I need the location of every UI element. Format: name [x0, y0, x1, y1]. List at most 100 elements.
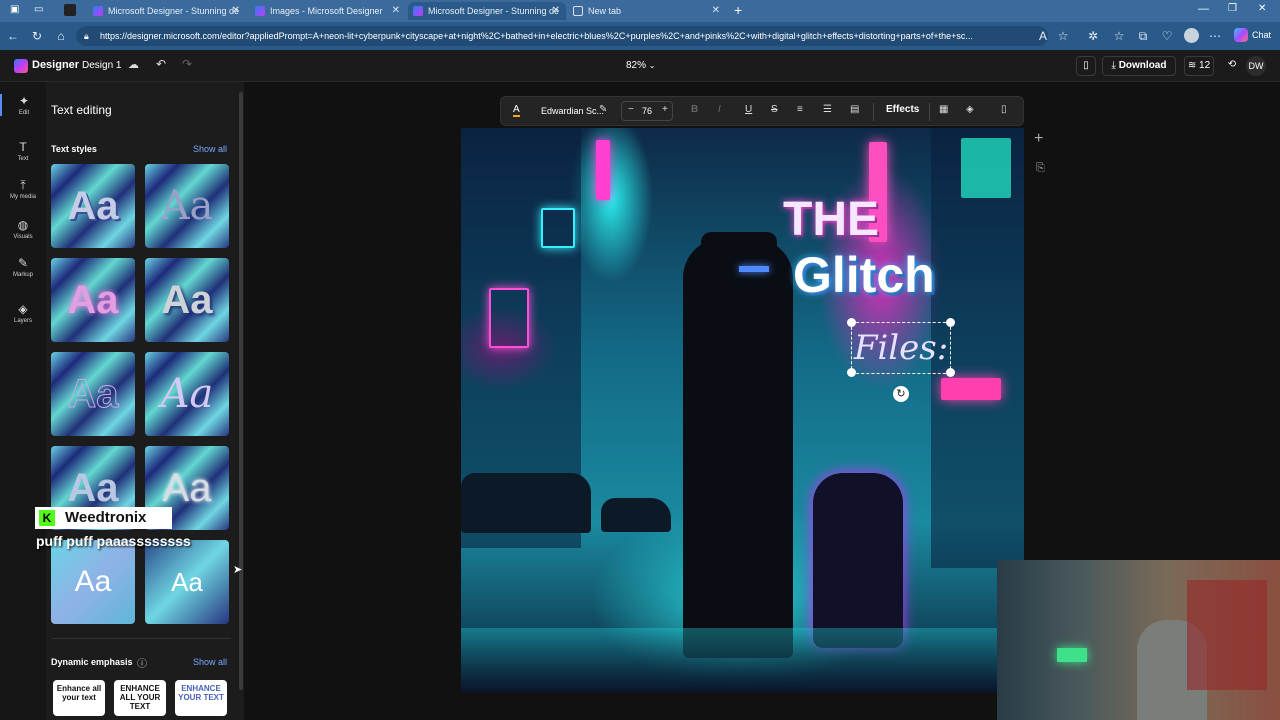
- close-icon[interactable]: ✕: [392, 2, 400, 20]
- window-close-icon[interactable]: ✕: [1258, 3, 1266, 14]
- text-style-card[interactable]: Aa: [145, 352, 229, 436]
- dynamic-emphasis-heading: Dynamic emphasis: [51, 657, 133, 667]
- zoom-dropdown[interactable]: 82% ⌄: [626, 60, 656, 71]
- decrease-size-icon[interactable]: −: [628, 104, 634, 115]
- designer-top-bar: Designer Design 1 ☁ ↶ ↷ 82% ⌄ ▯ ⤓ Downlo…: [0, 50, 1280, 82]
- favorites-icon[interactable]: ☆: [1110, 27, 1128, 45]
- share-button[interactable]: ⟲: [1222, 56, 1242, 76]
- rotate-handle-icon[interactable]: ↻: [893, 386, 909, 402]
- line-spacing-icon[interactable]: ☰: [823, 104, 832, 115]
- info-icon[interactable]: ⓘ: [137, 655, 147, 670]
- font-size-stepper[interactable]: − 76 +: [621, 101, 673, 121]
- style-preview-text: Aa: [67, 184, 119, 228]
- rail-label: Markup: [12, 272, 33, 278]
- copilot-icon[interactable]: [1234, 28, 1248, 42]
- emphasis-card[interactable]: ENHANCE ALL YOUR TEXT: [114, 680, 166, 716]
- increase-size-icon[interactable]: +: [662, 104, 668, 115]
- text-style-card[interactable]: Aa: [51, 352, 135, 436]
- restore-icon[interactable]: ❐: [1228, 3, 1237, 14]
- rail-item-my-media[interactable]: ⤒ My media: [0, 178, 46, 200]
- emphasis-card[interactable]: Enhance all your text: [53, 680, 105, 716]
- toolbar-divider: [873, 103, 874, 121]
- close-icon[interactable]: ✕: [712, 2, 720, 20]
- car-left: [461, 473, 591, 533]
- rail-item-layers[interactable]: ◈ Layers: [0, 302, 46, 324]
- profile-avatar[interactable]: [1184, 28, 1199, 43]
- effects-button[interactable]: Effects: [886, 104, 919, 115]
- rail-item-edit[interactable]: ✦ Edit: [0, 94, 46, 116]
- selected-text-box-files[interactable]: Files:: [851, 322, 951, 374]
- tab-designer-1[interactable]: Microsoft Designer - Stunning de ✕: [88, 2, 246, 20]
- car-mid: [601, 498, 671, 532]
- undo-icon[interactable]: ↶: [156, 57, 166, 71]
- align-icon[interactable]: ≡: [797, 104, 803, 115]
- text-style-card[interactable]: Aa: [145, 164, 229, 248]
- download-button[interactable]: ⤓ Download: [1102, 56, 1176, 76]
- home-icon[interactable]: ⌂: [52, 27, 70, 45]
- resize-handle[interactable]: [946, 318, 955, 327]
- chat-label[interactable]: Chat: [1252, 30, 1271, 40]
- extensions-icon[interactable]: ✲: [1084, 27, 1102, 45]
- emphasis-card[interactable]: ENHANCE YOUR TEXT: [175, 680, 227, 716]
- favorite-star-icon[interactable]: ☆: [1054, 27, 1072, 45]
- tab-new[interactable]: New tab ✕: [568, 2, 726, 20]
- text-style-card[interactable]: Aa: [51, 540, 135, 624]
- copy-page-icon[interactable]: ⎘: [1036, 162, 1045, 175]
- bold-icon[interactable]: B: [691, 104, 698, 115]
- rail-item-visuals[interactable]: ◍ Visuals: [0, 218, 46, 240]
- page-view-button[interactable]: ▯: [1076, 56, 1096, 76]
- underline-icon[interactable]: U: [745, 104, 752, 115]
- url-field[interactable]: 🔒︎ https://designer.microsoft.com/editor…: [76, 26, 1048, 46]
- tab-images[interactable]: Images - Microsoft Designer ✕: [250, 2, 406, 20]
- read-aloud-icon[interactable]: A: [1034, 27, 1052, 45]
- layer-order-icon[interactable]: ◈: [966, 104, 974, 115]
- text-style-card[interactable]: Aa: [51, 258, 135, 342]
- add-page-plus-icon[interactable]: +: [1034, 130, 1043, 148]
- font-family-dropdown[interactable]: Edwardian Sc...: [541, 106, 604, 116]
- panel-scrollbar[interactable]: [239, 92, 243, 690]
- text-styles-show-all-link[interactable]: Show all: [193, 144, 227, 154]
- text-style-card[interactable]: Aa: [145, 540, 229, 624]
- italic-icon[interactable]: I: [718, 104, 721, 115]
- credits-button[interactable]: ≋ 12: [1184, 56, 1214, 76]
- list-icon[interactable]: ▤: [850, 104, 859, 115]
- document-name[interactable]: Design 1: [82, 60, 121, 71]
- title-line-the[interactable]: THE: [783, 192, 879, 247]
- design-canvas-image[interactable]: THE Glitch Files: ↻: [461, 128, 1024, 692]
- text-color-icon[interactable]: A: [513, 104, 520, 117]
- more-options-icon[interactable]: ▯: [1001, 104, 1007, 115]
- refresh-icon[interactable]: ↻: [28, 27, 46, 45]
- user-avatar[interactable]: DW: [1246, 56, 1266, 76]
- tab-actions-icon[interactable]: ▭: [34, 4, 43, 15]
- more-menu-icon[interactable]: ⋯: [1206, 27, 1224, 45]
- browser-essentials-icon[interactable]: ♡: [1158, 27, 1176, 45]
- close-icon[interactable]: ✕: [232, 2, 240, 20]
- rail-item-text[interactable]: T Text: [0, 140, 46, 162]
- text-style-card[interactable]: Aa: [51, 164, 135, 248]
- new-tab-plus-icon[interactable]: +: [734, 2, 742, 18]
- text-style-card[interactable]: Aa: [145, 258, 229, 342]
- close-icon[interactable]: ✕: [552, 2, 560, 20]
- back-icon[interactable]: ←: [4, 27, 22, 45]
- style-preview-text: Aa: [171, 567, 203, 597]
- strikethrough-icon[interactable]: S: [771, 104, 778, 115]
- edit-font-pencil-icon[interactable]: ✎: [599, 104, 607, 115]
- pen-icon: ✎: [17, 256, 29, 270]
- pinned-tab-icon[interactable]: [64, 4, 76, 16]
- minimize-icon[interactable]: —: [1198, 3, 1209, 15]
- transparency-icon[interactable]: ▦: [939, 104, 948, 115]
- rail-item-markup[interactable]: ✎ Markup: [0, 256, 46, 278]
- chevron-down-icon: ⌄: [648, 61, 656, 70]
- dynamic-emphasis-show-all-link[interactable]: Show all: [193, 657, 227, 667]
- browser-menu-icon[interactable]: ▣: [10, 4, 19, 15]
- resize-handle[interactable]: [847, 368, 856, 377]
- collections-icon[interactable]: ⧉: [1134, 27, 1152, 45]
- tab-designer-active[interactable]: Microsoft Designer - Stunning de ✕: [408, 2, 566, 20]
- neon-sign: [941, 378, 1001, 400]
- resize-handle[interactable]: [847, 318, 856, 327]
- designer-logo-icon[interactable]: [14, 59, 28, 73]
- resize-handle[interactable]: [946, 368, 955, 377]
- redo-icon[interactable]: ↷: [182, 57, 192, 71]
- title-line-glitch[interactable]: Glitch: [793, 246, 935, 304]
- font-size-value[interactable]: 76: [642, 106, 652, 116]
